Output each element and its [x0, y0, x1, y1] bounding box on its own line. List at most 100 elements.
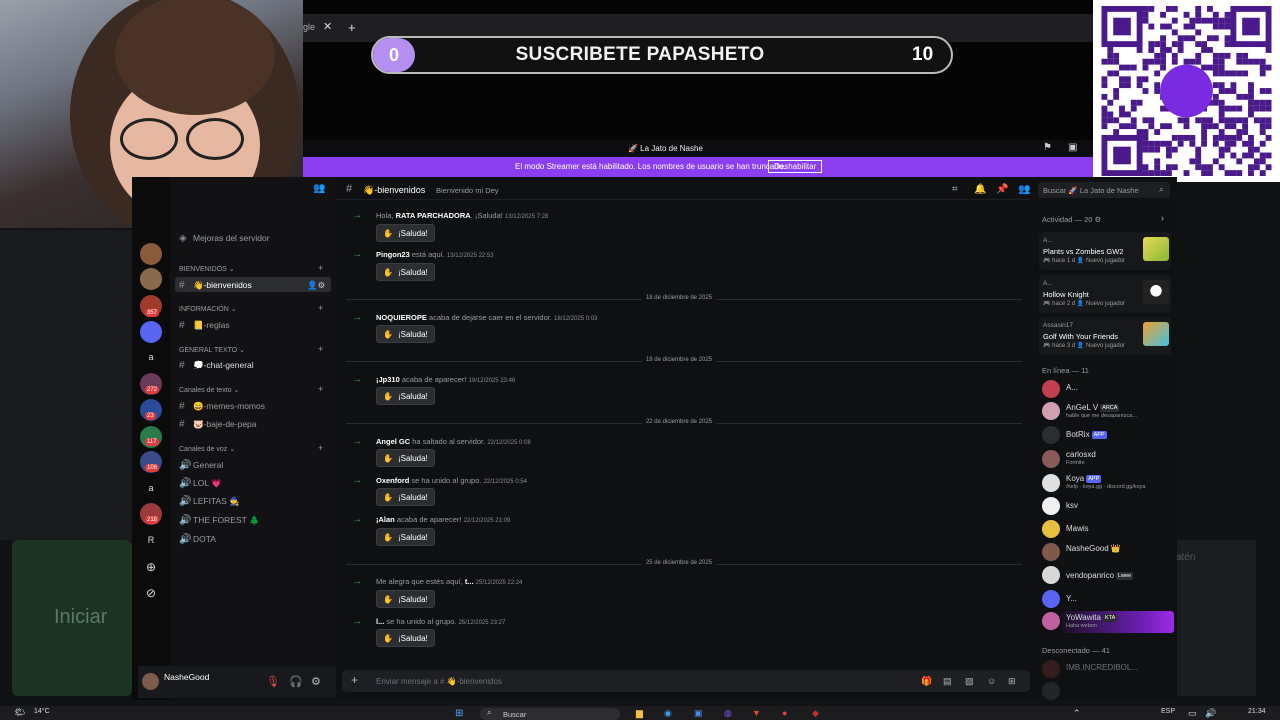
headphones-icon[interactable]: 🎧 [289, 675, 303, 688]
member-name[interactable]: carlosxd [1066, 450, 1096, 459]
bell-icon[interactable]: 🔔 [974, 184, 986, 195]
wave-button[interactable]: ✋ ¡Saluda! [376, 590, 435, 608]
wave-button[interactable]: ✋ ¡Saluda! [376, 528, 435, 546]
wave-button[interactable]: ✋ ¡Saluda! [376, 449, 435, 467]
avatar[interactable] [1042, 474, 1060, 492]
wave-button[interactable]: ✋ ¡Saluda! [376, 488, 435, 506]
category-general[interactable]: GENERAL TEXTO ⌄ [179, 346, 245, 354]
mute-mic-icon[interactable]: 🎙 [266, 675, 280, 688]
server-boost-link[interactable]: ◈ Mejoras del servidor [179, 233, 270, 244]
add-channel-icon[interactable]: + [318, 344, 323, 354]
member-name[interactable]: ¡Alan [376, 515, 395, 524]
member-name[interactable]: YoWawita KTA [1066, 613, 1118, 622]
avatar[interactable] [1042, 450, 1060, 468]
voice-channel[interactable]: 🔊 LEFITAS 🧙 [179, 496, 240, 507]
avatar[interactable] [1042, 426, 1060, 444]
channel-settings-icon[interactable]: 👤⚙ [307, 280, 325, 291]
avatar[interactable] [1042, 497, 1060, 515]
search-icon[interactable]: ⌕ [1159, 184, 1164, 195]
chevron-right-icon[interactable]: › [1161, 213, 1164, 223]
explore-icon[interactable]: ⊘ [140, 586, 162, 600]
discord-taskbar-icon[interactable]: ◍ [724, 708, 732, 719]
wave-button[interactable]: ✋ ¡Saluda! [376, 387, 435, 405]
language-indicator[interactable]: ESP [1161, 708, 1175, 715]
username[interactable]: NasheGood [164, 672, 209, 682]
taskbar-search[interactable] [480, 708, 620, 720]
clock[interactable]: 21:34 [1248, 708, 1266, 715]
new-tab-button[interactable]: + [348, 20, 356, 35]
voice-channel[interactable]: 🔊 LOL 💗 [179, 478, 222, 489]
discord-icon[interactable] [140, 321, 162, 343]
server-icon[interactable] [140, 243, 162, 265]
flag-icon[interactable]: ⚑ [1043, 142, 1052, 153]
weather-temp[interactable]: 14°C [34, 708, 50, 715]
channel-reglas[interactable]: # 📒-reglas [179, 320, 230, 331]
disable-streamer-button[interactable]: Deshabilitar [768, 160, 823, 173]
members-icon[interactable]: 👥 [313, 183, 325, 194]
tab-close-button[interactable]: ✕ [323, 20, 332, 33]
avatar[interactable] [1042, 590, 1060, 608]
windows-start-icon[interactable]: ⊞ [455, 708, 463, 719]
app-icon[interactable]: ● [782, 708, 787, 718]
member-name[interactable]: t... [465, 577, 474, 586]
member-name[interactable]: Mawis [1066, 524, 1089, 533]
avatar[interactable] [1042, 612, 1060, 630]
member-name[interactable]: Angel GC [376, 437, 410, 446]
add-channel-icon[interactable]: + [318, 263, 323, 273]
app-icon[interactable]: ◆ [812, 708, 819, 719]
folder-icon[interactable]: ▆ [636, 708, 643, 719]
member-name[interactable]: A... [1066, 383, 1078, 392]
sticker-icon[interactable]: ▨ [965, 676, 974, 687]
category-bienvenidos[interactable]: BIENVENIDOS ⌄ [179, 265, 235, 273]
apps-icon[interactable]: ⊞ [1008, 676, 1016, 687]
avatar[interactable] [1042, 520, 1060, 538]
avatar[interactable] [1042, 543, 1060, 561]
wave-button[interactable]: ✋ ¡Saluda! [376, 224, 435, 242]
category-voz[interactable]: Canales de voz ⌄ [179, 445, 235, 453]
member-name[interactable]: vendopanrico Lwee [1066, 571, 1134, 580]
weather-icon[interactable]: 🌤 [14, 707, 25, 718]
member-name[interactable]: IMB.INCREDIBOL... [1066, 663, 1138, 672]
add-channel-icon[interactable]: + [318, 384, 323, 394]
voice-channel[interactable]: 🔊 THE FOREST 🌲 [179, 515, 260, 526]
voice-channel[interactable]: 🔊 General [179, 460, 223, 471]
store-icon[interactable]: ▣ [694, 708, 703, 719]
avatar[interactable] [1042, 660, 1060, 678]
member-name[interactable]: NOQUIEROPE [376, 313, 427, 322]
avatar[interactable] [1042, 566, 1060, 584]
attach-plus-icon[interactable]: + [351, 673, 358, 687]
server-icon[interactable] [140, 268, 162, 290]
gear-icon[interactable]: ⚙ [311, 675, 321, 688]
wave-button[interactable]: ✋ ¡Saluda! [376, 629, 435, 647]
member-name[interactable]: Y... [1066, 594, 1077, 603]
member-name[interactable]: Pingon23 [376, 250, 410, 259]
member-name[interactable]: AnGeL V ARCA [1066, 403, 1120, 412]
member-name[interactable]: NasheGood 👑 [1066, 544, 1121, 553]
member-name[interactable]: BotRix APP [1066, 430, 1107, 439]
server-letter[interactable]: a [140, 483, 162, 493]
wave-button[interactable]: ✋ ¡Saluda! [376, 325, 435, 343]
brave-icon[interactable]: ▼ [752, 708, 761, 718]
member-name[interactable]: ksv [1066, 501, 1078, 510]
threads-icon[interactable]: ⌗ [952, 184, 958, 195]
member-name[interactable]: RATA PARCHADORA [396, 211, 471, 220]
add-channel-icon[interactable]: + [318, 303, 323, 313]
edge-icon[interactable]: ◉ [664, 708, 672, 719]
category-texto[interactable]: Canales de texto ⌄ [179, 386, 239, 394]
category-informacion[interactable]: INFORMACIÓN ⌄ [179, 305, 237, 313]
member-list-icon[interactable]: 👥 [1018, 184, 1030, 195]
wave-button[interactable]: ✋ ¡Saluda! [376, 263, 435, 281]
tab-title[interactable]: gle [303, 22, 315, 32]
avatar[interactable] [142, 673, 159, 690]
emoji-icon[interactable]: ☺ [987, 676, 996, 686]
network-icon[interactable]: ▭ [1188, 708, 1197, 719]
add-channel-icon[interactable]: + [318, 443, 323, 453]
member-name[interactable]: ¡Jp310 [376, 375, 400, 384]
channel-memes[interactable]: # 😄-memes-momos [179, 401, 265, 412]
avatar[interactable] [1042, 402, 1060, 420]
window-icon[interactable]: ▣ [1068, 142, 1077, 153]
member-name[interactable]: Oxenford [376, 476, 409, 485]
chevron-up-icon[interactable]: ⌃ [1073, 708, 1081, 719]
avatar[interactable] [1042, 682, 1060, 700]
avatar[interactable] [1042, 380, 1060, 398]
